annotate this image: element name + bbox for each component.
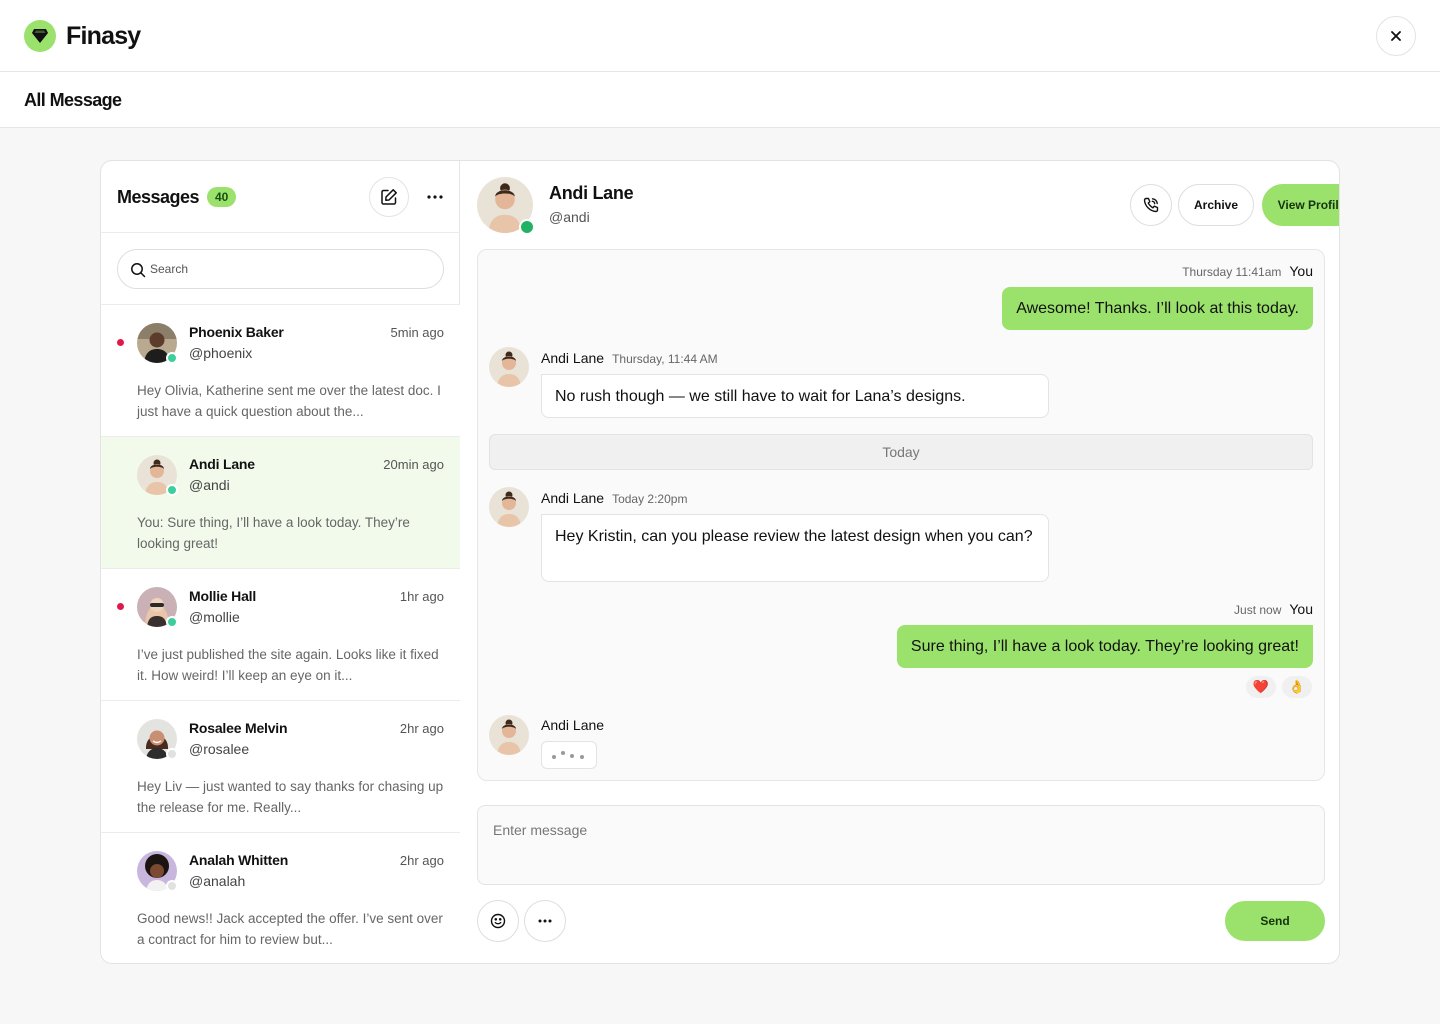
conversation-time: 1hr ago [399,589,444,604]
emoji-button[interactable] [477,900,519,942]
outgoing-message-bubble: Sure thing, I’ll have a look today. They… [896,625,1313,668]
inbox-more-button[interactable] [421,183,449,211]
incoming-message-bubble: Hey Kristin, can you please review the l… [541,514,1049,582]
conversation-handle: @rosalee [189,741,250,757]
conversation-preview: I’ve just published the site again. Look… [137,647,439,683]
compose-button[interactable] [369,177,409,217]
unread-indicator [117,603,124,610]
conversation-time: 2hr ago [399,721,444,736]
avatar [489,715,529,755]
message-composer [477,805,1325,885]
messages-card: Messages 40 Phoenix Bake [100,160,1340,964]
message-meta: Just now You [1234,601,1313,617]
brand[interactable]: Finasy [24,20,141,52]
avatar [137,587,178,628]
contact-handle: @andi [549,209,590,225]
ok-hand-reaction[interactable]: 👌 [1282,676,1312,698]
unread-indicator [117,339,124,346]
conversation-name: Rosalee Melvin [189,720,288,736]
conversation-handle: @mollie [189,609,240,625]
conversation-item[interactable]: Mollie Hall @mollie 1hr ago I’ve just pu… [101,569,460,701]
avatar [489,347,529,387]
more-horizontal-icon [538,919,552,923]
avatar [137,851,178,892]
message-meta: Andi Lane Today 2:20pm [541,490,687,506]
contact-avatar[interactable] [477,177,535,235]
inbox-panel: Messages 40 Phoenix Bake [101,161,460,963]
message-author: You [1289,263,1313,279]
phone-call-icon [1143,197,1159,213]
search-input[interactable] [150,250,430,288]
conversation-handle: @phoenix [189,345,253,361]
conversation-name: Andi Lane [189,456,255,472]
contact-name: Andi Lane [549,183,634,203]
compose-icon [381,189,397,205]
message-author: Andi Lane [541,350,605,366]
message-author: Andi Lane [541,490,605,506]
conversation-time: 20min ago [383,457,444,472]
message-time: Thursday, 11:44 AM [612,352,718,366]
incoming-message-bubble: No rush though — we still have to wait f… [541,374,1049,418]
composer-more-button[interactable] [524,900,566,942]
conversation-name: Phoenix Baker [189,324,284,340]
heart-reaction[interactable]: ❤️ [1246,676,1276,698]
online-status-dot [519,219,535,235]
inbox-header: Messages 40 [101,161,460,233]
page-header: All Message [0,72,1440,128]
avatar [137,323,178,364]
message-meta: Thursday 11:41am You [1182,263,1313,279]
smile-icon [490,913,506,929]
archive-button[interactable]: Archive [1178,184,1254,226]
typing-author: Andi Lane [541,717,605,733]
online-status-dot [166,616,178,628]
search-icon [131,263,146,278]
conversation-item-active[interactable]: Andi Lane @andi 20min ago You: Sure thin… [101,437,460,569]
conversation-name: Mollie Hall [189,588,257,604]
conversation-preview: Hey Olivia, Katherine sent me over the l… [137,383,441,419]
inbox-title: Messages [117,187,200,207]
online-status-dot [166,484,178,496]
conversation-handle: @andi [189,477,230,493]
message-time: Just now [1234,603,1282,617]
more-horizontal-icon [427,195,443,199]
conversation-time: 2hr ago [399,853,444,868]
offline-status-dot [166,880,178,892]
conversation-handle: @analah [189,873,246,889]
message-meta: Andi Lane Thursday, 11:44 AM [541,350,718,366]
outgoing-message-bubble: Awesome! Thanks. I’ll look at this today… [1002,287,1313,330]
brand-logo-icon [24,20,56,52]
search-box [117,249,444,289]
conversation-time: 5min ago [390,325,444,340]
close-button[interactable] [1376,16,1416,56]
call-button[interactable] [1130,184,1172,226]
conversation-preview: Good news!! Jack accepted the offer. I’v… [137,911,443,947]
message-author: You [1289,601,1313,617]
send-button[interactable]: Send [1225,901,1325,941]
page-title: All Message [24,90,122,110]
message-time: Thursday 11:41am [1182,265,1282,279]
brand-name: Finasy [66,21,141,50]
message-thread[interactable]: Thursday 11:41am You Awesome! Thanks. I’… [477,249,1325,781]
conversation-item[interactable]: Analah Whitten @analah 2hr ago Good news… [101,833,460,963]
online-status-dot [166,352,178,364]
conversation-item[interactable]: Phoenix Baker @phoenix 5min ago Hey Oliv… [101,305,460,437]
search-section [101,233,460,305]
message-input[interactable] [478,806,1324,884]
top-bar: Finasy [0,0,1440,72]
message-count-badge: 40 [207,187,237,207]
typing-indicator [541,741,597,769]
avatar [137,719,178,760]
conversation-name: Analah Whitten [189,852,289,868]
message-time: Today 2:20pm [612,492,688,506]
close-icon [1391,31,1401,41]
date-divider: Today [489,434,1313,470]
conversation-preview: Hey Liv — just wanted to say thanks for … [137,779,444,815]
avatar [137,455,178,496]
conversation-item[interactable]: Rosalee Melvin @rosalee 2hr ago Hey Liv … [101,701,460,833]
chat-panel: Andi Lane @andi Archive View Profile Thu… [461,161,1339,963]
conversation-preview: You: Sure thing, I’ll have a look today.… [137,515,410,551]
avatar [489,487,529,527]
view-profile-button[interactable]: View Profile [1262,184,1339,226]
offline-status-dot [166,748,178,760]
